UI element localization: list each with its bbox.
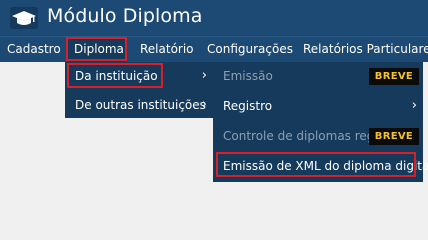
menu-relatorio[interactable]: Relatório	[140, 37, 194, 62]
submenu-item-label: Controle de diplomas registrados	[223, 129, 373, 143]
dropdown-item-label: De outras instituições	[75, 98, 206, 112]
menu-relatorios-particulares[interactable]: Relatórios Particulares	[303, 37, 428, 62]
instituicao-submenu: Emissão BREVE Registro › Controle de dip…	[213, 62, 428, 182]
main-menubar: Cadastro Diploma Relatório Configurações…	[0, 36, 428, 62]
app-header: Módulo Diploma	[0, 0, 428, 36]
submenu-item-label: Registro	[223, 99, 273, 113]
submenu-item-controle-de-diplomas[interactable]: Controle de diplomas registrados BREVE	[213, 122, 423, 150]
menu-diploma[interactable]: Diploma	[67, 37, 127, 62]
submenu-item-emissao-xml[interactable]: Emissão de XML do diploma digital	[213, 152, 428, 180]
app-title: Módulo Diploma	[47, 5, 203, 27]
diploma-dropdown: Da instituição › De outras instituições …	[65, 62, 213, 118]
status-badge: BREVE	[368, 68, 419, 85]
menu-configuracoes[interactable]: Configurações	[207, 37, 293, 62]
menu-cadastro[interactable]: Cadastro	[7, 37, 61, 62]
chevron-right-icon: ›	[201, 97, 207, 112]
submenu-item-label: Emissão	[223, 69, 273, 83]
chevron-right-icon: ›	[411, 98, 417, 113]
dropdown-item-da-instituicao[interactable]: Da instituição ›	[65, 62, 213, 90]
dropdown-item-de-outras-instituicoes[interactable]: De outras instituições ›	[65, 91, 213, 119]
status-badge: BREVE	[368, 128, 419, 145]
submenu-item-emissao[interactable]: Emissão BREVE	[213, 62, 423, 90]
graduation-cap-icon[interactable]	[10, 7, 38, 29]
chevron-right-icon: ›	[201, 68, 207, 83]
dropdown-item-label: Da instituição	[75, 69, 158, 83]
submenu-item-label: Emissão de XML do diploma digital	[223, 159, 428, 173]
submenu-item-registro[interactable]: Registro ›	[213, 92, 423, 120]
